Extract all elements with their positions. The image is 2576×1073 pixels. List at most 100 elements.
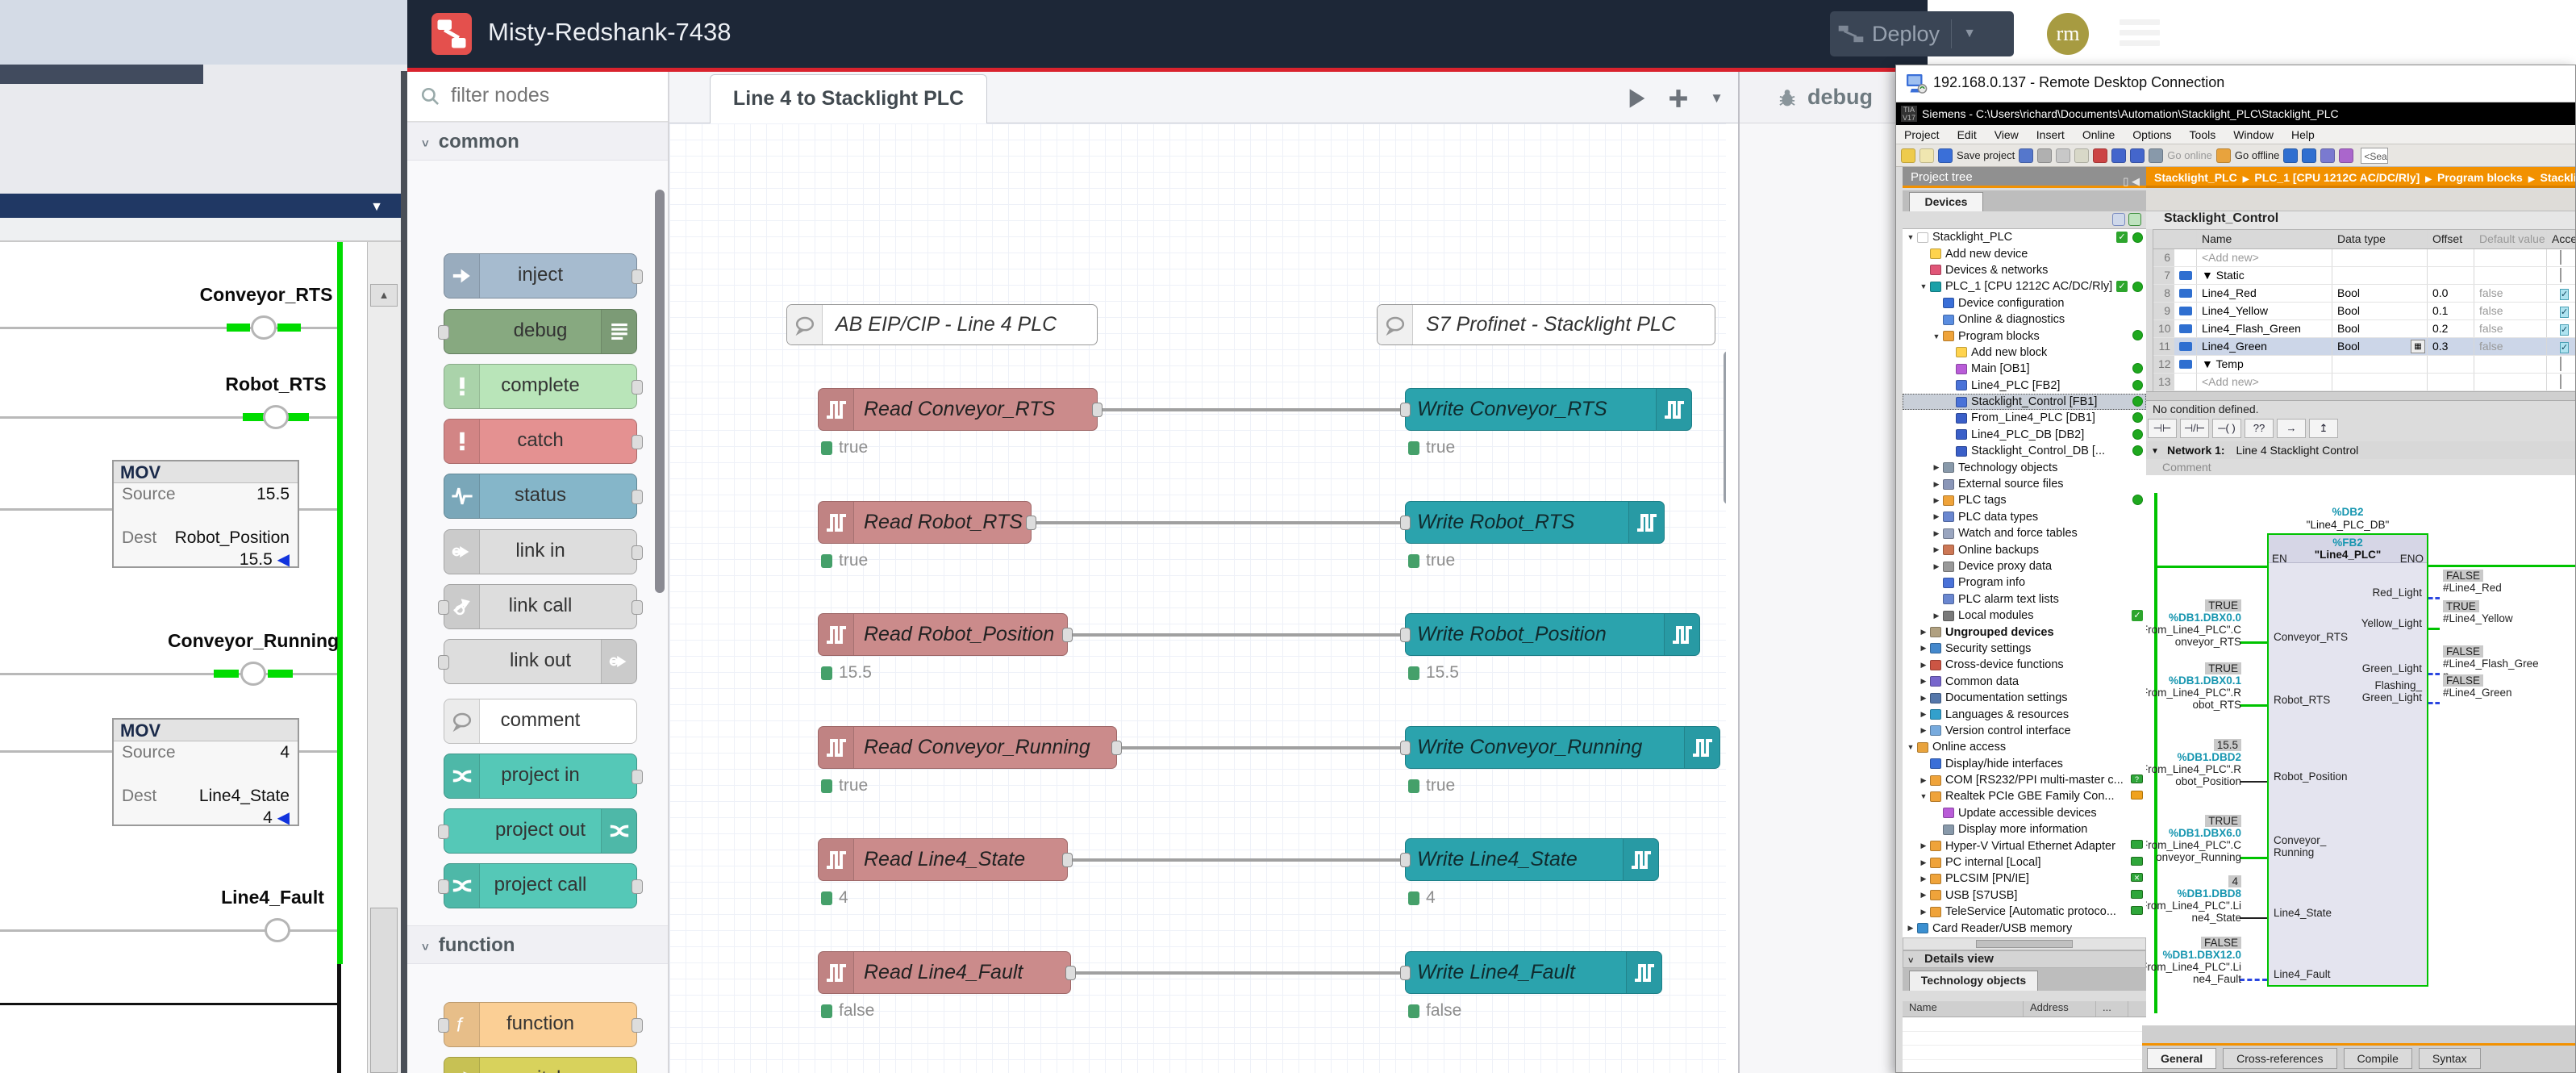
- menu-view[interactable]: View: [1995, 128, 2019, 141]
- canvas-scrollbar[interactable]: [1724, 351, 1726, 504]
- palette-node-project-call[interactable]: project call: [444, 863, 637, 908]
- tree-item-online-access[interactable]: ▼Online access: [1903, 739, 2146, 755]
- breadcrumb-item[interactable]: PLC_1 [CPU 1212C AC/DC/Rly]: [2254, 171, 2420, 184]
- palette-search[interactable]: [407, 72, 669, 122]
- input-port[interactable]: [1400, 403, 1411, 417]
- scroll-up-icon[interactable]: ▲: [370, 284, 398, 307]
- tree-view-icon[interactable]: [2112, 213, 2125, 226]
- table-row-static[interactable]: 7▼ Static: [2153, 267, 2576, 285]
- breadcrumb-item[interactable]: Stacklight_PLC: [2154, 171, 2237, 184]
- tree-item-device-configuration[interactable]: Device configuration: [1903, 295, 2146, 311]
- coil-icon[interactable]: [265, 918, 290, 942]
- tree-item-plc-alarm-text-lists[interactable]: PLC alarm text lists: [1903, 591, 2146, 607]
- ladder-scrollbar[interactable]: ▲: [367, 242, 401, 1073]
- input-port[interactable]: [1400, 966, 1411, 980]
- lad-tool-5[interactable]: ↥: [2309, 419, 2338, 438]
- flow-list-caret-icon[interactable]: ▼: [1710, 90, 1724, 106]
- tree-item-ungrouped-devices[interactable]: ▶Ungrouped devices: [1903, 624, 2146, 640]
- tree-item-plcsim-pn-ie-[interactable]: ▶PLCSIM [PN/IE]✕: [1903, 871, 2146, 887]
- tree-item-online-diagnostics[interactable]: Online & diagnostics: [1903, 311, 2146, 328]
- inspector-tab-general[interactable]: General: [2147, 1048, 2216, 1069]
- network-collapse-icon[interactable]: ▼: [2151, 443, 2159, 461]
- tab-devices[interactable]: Devices: [1909, 192, 1983, 211]
- menu-tools[interactable]: Tools: [2190, 128, 2216, 141]
- expander-closed-icon[interactable]: ▶: [1919, 891, 1928, 900]
- tree-item-security-settings[interactable]: ▶Security settings: [1903, 641, 2146, 657]
- input-port[interactable]: [438, 325, 449, 340]
- expander-closed-icon[interactable]: ▶: [1919, 644, 1928, 653]
- search-project-input[interactable]: <Sea: [2361, 148, 2388, 164]
- toolbar-icon[interactable]: [2320, 148, 2335, 163]
- deploy-button[interactable]: Deploy ▼: [1830, 11, 2014, 56]
- comment-node[interactable]: S7 Profinet - Stacklight PLC: [1377, 304, 1715, 345]
- inspector-tab-syntax[interactable]: Syntax: [2419, 1048, 2481, 1069]
- tree-item-program-blocks[interactable]: ▼Program blocks: [1903, 328, 2146, 344]
- expander-open-icon[interactable]: ▼: [1919, 282, 1928, 290]
- output-port[interactable]: [631, 545, 643, 560]
- flow-node-Write-Line4_Fault[interactable]: Write Line4_Fault: [1405, 951, 1662, 994]
- coil-icon[interactable]: [251, 315, 277, 340]
- expander-closed-icon[interactable]: ▶: [1919, 841, 1928, 850]
- expander-closed-icon[interactable]: ▶: [1919, 908, 1928, 916]
- tree-item-from-line4-plc-db1-[interactable]: From_Line4_PLC [DB1]: [1903, 410, 2146, 426]
- toolbar-icon[interactable]: [2019, 148, 2033, 163]
- fb-call-block[interactable]: %FB2"Line4_PLC"ENENOConveyor_RTSRobot_RT…: [2267, 533, 2428, 987]
- expander-closed-icon[interactable]: ▶: [1919, 694, 1928, 703]
- lad-tool-2[interactable]: ─( ): [2212, 419, 2241, 438]
- coil-icon[interactable]: [263, 405, 289, 429]
- expander-open-icon[interactable]: ▼: [1906, 233, 1915, 241]
- output-port[interactable]: [631, 269, 643, 284]
- output-port[interactable]: [1065, 966, 1076, 980]
- output-port[interactable]: [631, 879, 643, 894]
- menu-help[interactable]: Help: [2291, 128, 2315, 141]
- accessible-checkbox[interactable]: ✓: [2560, 307, 2569, 318]
- flow-node-Write-Conveyor_Running[interactable]: Write Conveyor_Running: [1405, 726, 1720, 769]
- menu-project[interactable]: Project: [1904, 128, 1940, 141]
- palette-node-link-out[interactable]: link out: [444, 639, 637, 684]
- accessible-checkbox[interactable]: ✓: [2560, 342, 2569, 353]
- input-port[interactable]: [438, 1018, 449, 1033]
- flow-node-Write-Conveyor_RTS[interactable]: Write Conveyor_RTS: [1405, 388, 1692, 431]
- table-row-line4-green[interactable]: 11Line4_GreenBool▦0.3false✓: [2153, 338, 2576, 356]
- accessible-checkbox[interactable]: [2560, 268, 2561, 282]
- toolbar-icon[interactable]: [2216, 148, 2231, 163]
- input-port[interactable]: [1400, 516, 1411, 530]
- tab-line4-to-stacklight-plc[interactable]: Line 4 to Stacklight PLC: [710, 74, 987, 123]
- palette-node-inject[interactable]: inject: [444, 253, 637, 299]
- palette-node-status[interactable]: status: [444, 474, 637, 519]
- lad-tool-3[interactable]: ??: [2245, 419, 2274, 438]
- tree-item-com-rs232-ppi-multi-master-c-[interactable]: ▶COM [RS232/PPI multi-master c...?: [1903, 772, 2146, 788]
- lad-tool-1[interactable]: ⊣/⊢: [2180, 419, 2209, 438]
- table-row-line4-yellow[interactable]: 9Line4_YellowBool0.1false✓: [2153, 303, 2576, 320]
- accessible-checkbox[interactable]: ✓: [2560, 289, 2569, 300]
- breadcrumb-item[interactable]: Stacklight_Co: [2541, 171, 2576, 184]
- expander-closed-icon[interactable]: ▶: [1932, 496, 1941, 505]
- tree-item-common-data[interactable]: ▶Common data: [1903, 674, 2146, 690]
- palette-category-function[interactable]: ˅function: [407, 925, 669, 964]
- datatype-dropdown-button[interactable]: ▦: [2411, 340, 2425, 353]
- tree-item-program-info[interactable]: Program info: [1903, 574, 2146, 591]
- lad-tool-4[interactable]: →: [2277, 419, 2306, 438]
- tree-item-stacklight-control-db-[interactable]: Stacklight_Control_DB [...: [1903, 443, 2146, 459]
- flow-node-Write-Line4_State[interactable]: Write Line4_State: [1405, 838, 1659, 881]
- tree-item-update-accessible-devices[interactable]: Update accessible devices: [1903, 805, 2146, 821]
- tree-item-add-new-block[interactable]: Add new block: [1903, 344, 2146, 361]
- palette-node-link-call[interactable]: link call: [444, 584, 637, 629]
- output-port[interactable]: [631, 1018, 643, 1033]
- expander-closed-icon[interactable]: ▶: [1932, 545, 1941, 554]
- palette-node-switch[interactable]: switch: [444, 1057, 637, 1073]
- network-header[interactable]: ▼ Network 1: Line 4 Stacklight Control: [2146, 441, 2576, 459]
- tree-item-external-source-files[interactable]: ▶External source files: [1903, 476, 2146, 492]
- table-row-line4-flash-green[interactable]: 10Line4_Flash_GreenBool0.2false✓: [2153, 320, 2576, 338]
- flow-node-Read-Line4_Fault[interactable]: Read Line4_Fault: [818, 951, 1071, 994]
- expander-closed-icon[interactable]: ▶: [1932, 512, 1941, 521]
- expander-open-icon[interactable]: ▼: [1906, 743, 1915, 751]
- tree-item-devices-networks[interactable]: Devices & networks: [1903, 262, 2146, 278]
- tree-item-languages-resources[interactable]: ▶Languages & resources: [1903, 706, 2146, 722]
- accessible-checkbox[interactable]: [2560, 250, 2561, 265]
- tree-item-add-new-device[interactable]: Add new device: [1903, 245, 2146, 261]
- palette-node-complete[interactable]: complete: [444, 364, 637, 409]
- tree-hscrollbar[interactable]: [1903, 937, 2146, 950]
- details-view-header[interactable]: ˅Details view: [1903, 950, 2146, 968]
- palette-scrollbar[interactable]: [655, 190, 665, 593]
